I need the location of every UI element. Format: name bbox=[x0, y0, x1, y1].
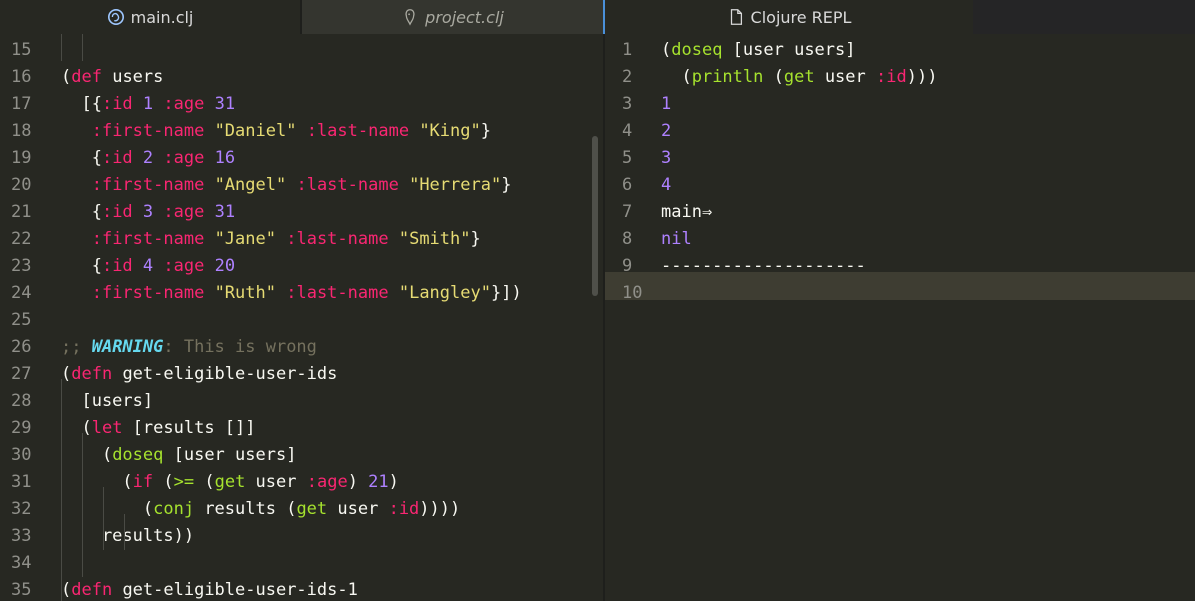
tab-project-clj[interactable]: project.clj bbox=[302, 0, 603, 34]
line-number: 25 bbox=[11, 310, 32, 330]
line-number: 23 bbox=[11, 256, 32, 276]
tab-main-label: main.clj bbox=[130, 7, 194, 27]
line-number: 30 bbox=[11, 445, 32, 465]
repl-text: main⇒ bbox=[661, 202, 713, 222]
file-icon bbox=[730, 9, 742, 25]
code-text: :first-name "Angel" :last-name "Herrera"… bbox=[91, 175, 512, 195]
line-number: 33 bbox=[11, 526, 32, 546]
line-number: 1 bbox=[622, 40, 633, 60]
repl-text: (println (get user :id))) bbox=[661, 67, 938, 87]
clojure-logo-icon bbox=[107, 8, 124, 26]
tab-project-label: project.clj bbox=[425, 7, 504, 27]
repl-tab-bar: Clojure REPL bbox=[605, 0, 1195, 34]
repl-text: 1 bbox=[661, 94, 672, 114]
code-text: :first-name "Jane" :last-name "Smith"} bbox=[91, 229, 481, 249]
indent-guide bbox=[61, 379, 62, 601]
line-number: 15 bbox=[11, 40, 32, 60]
editor-scrollbar[interactable] bbox=[592, 136, 598, 296]
line-number: 6 bbox=[622, 175, 633, 195]
line-number: 29 bbox=[11, 418, 32, 438]
line-number: 34 bbox=[11, 553, 32, 573]
code-text: (conj results (get user :id)))) bbox=[61, 499, 461, 519]
line-number: 35 bbox=[11, 580, 32, 600]
indent-guide bbox=[82, 34, 83, 61]
line-number: 9 bbox=[622, 256, 633, 276]
repl-text: (doseq [user users] bbox=[661, 40, 856, 60]
code-text: (let [results []] bbox=[61, 418, 256, 438]
code-text: [{:id 1 :age 31 bbox=[61, 94, 236, 114]
line-number: 2 bbox=[622, 67, 633, 87]
tab-clojure-repl[interactable]: Clojure REPL bbox=[605, 0, 973, 34]
repl-text: nil bbox=[661, 229, 692, 249]
line-number: 21 bbox=[11, 202, 32, 222]
line-number: 24 bbox=[11, 283, 32, 303]
code-text: (defn get-eligible-user-ids-1 bbox=[61, 580, 358, 600]
editor-tab-bar: main.clj project.clj bbox=[0, 0, 603, 34]
repl-text: 3 bbox=[661, 148, 672, 168]
leiningen-icon bbox=[405, 9, 415, 26]
tab-bar-empty bbox=[973, 0, 1195, 34]
code-text: (doseq [user users] bbox=[61, 445, 297, 465]
repl-text: 2 bbox=[661, 121, 672, 141]
code-text: ;; WARNING: This is wrong bbox=[61, 337, 317, 357]
line-number: 16 bbox=[11, 67, 32, 87]
tab-main-clj[interactable]: main.clj bbox=[0, 0, 300, 34]
line-number: 26 bbox=[11, 337, 32, 357]
line-number: 17 bbox=[11, 94, 32, 114]
line-number: 7 bbox=[622, 202, 633, 222]
line-number: 19 bbox=[11, 148, 32, 168]
tab-repl-label: Clojure REPL bbox=[750, 7, 852, 27]
line-number: 31 bbox=[11, 472, 32, 492]
line-number: 5 bbox=[622, 148, 633, 168]
code-text: :first-name "Ruth" :last-name "Langley"}… bbox=[91, 283, 522, 303]
repl-text: -------------------- bbox=[661, 256, 866, 276]
code-text: {:id 4 :age 20 bbox=[61, 256, 236, 276]
code-text: (def users bbox=[61, 67, 164, 87]
line-number: 27 bbox=[11, 364, 32, 384]
line-number: 28 bbox=[11, 391, 32, 411]
line-number: 22 bbox=[11, 229, 32, 249]
code-text: {:id 3 :age 31 bbox=[61, 202, 236, 222]
code-text: {:id 2 :age 16 bbox=[61, 148, 236, 168]
code-text: (if (>= (get user :age) 21) bbox=[61, 472, 399, 492]
line-number: 3 bbox=[622, 94, 633, 114]
indent-guide bbox=[61, 34, 62, 61]
repl-text: 4 bbox=[661, 175, 672, 195]
line-number: 10 bbox=[622, 283, 643, 303]
line-number: 18 bbox=[11, 121, 32, 141]
code-text: (defn get-eligible-user-ids bbox=[61, 364, 338, 384]
line-number: 32 bbox=[11, 499, 32, 519]
repl-pane[interactable]: 1 (doseq [user users] 2 (println (get user… bbox=[605, 34, 1195, 601]
indent-guide bbox=[124, 514, 125, 550]
indent-guide bbox=[103, 487, 104, 550]
active-pane-marker bbox=[603, 0, 605, 34]
code-text: [users] bbox=[61, 391, 154, 411]
indent-guide bbox=[82, 433, 83, 577]
code-text: :first-name "Daniel" :last-name "King"} bbox=[91, 121, 491, 141]
line-number: 4 bbox=[622, 121, 633, 141]
line-number: 8 bbox=[622, 229, 633, 249]
editor-pane[interactable]: 15 16 (def users 17 [{:id 1 :age 31 18 :firs… bbox=[0, 34, 603, 601]
line-number: 20 bbox=[11, 175, 32, 195]
code-text: results)) bbox=[61, 526, 195, 546]
